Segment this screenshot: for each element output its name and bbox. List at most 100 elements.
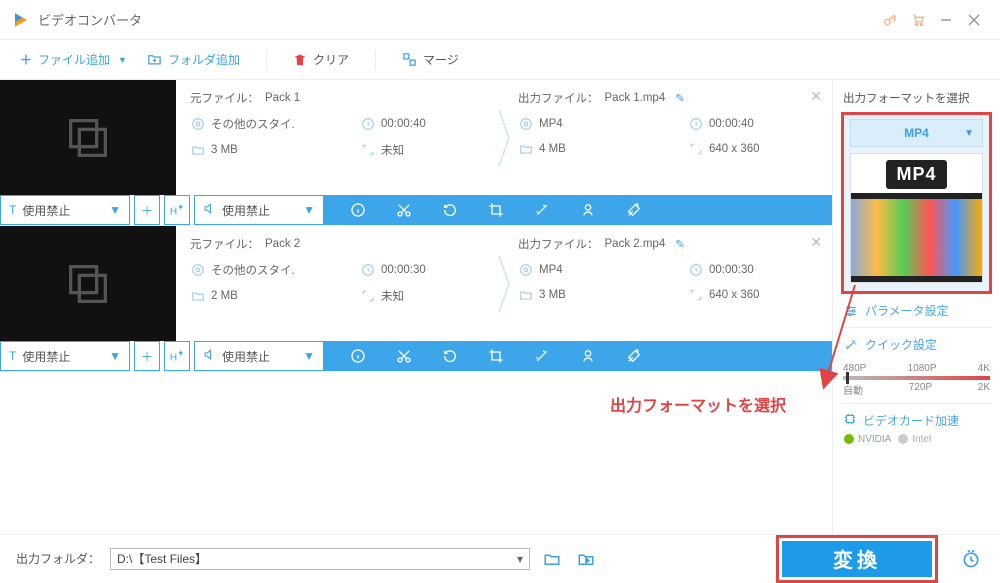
subtitle-value: 使用禁止: [22, 202, 70, 219]
dim-icon: [688, 287, 703, 302]
remove-item-button[interactable]: ✕: [810, 234, 822, 251]
out-dim: 640 x 360: [709, 289, 760, 301]
crop-tool-button[interactable]: [486, 200, 506, 220]
output-folder-select[interactable]: D:\【Test Files】 ▾: [110, 548, 530, 570]
size-icon: [190, 289, 205, 304]
show-output-button[interactable]: [574, 547, 598, 571]
format-select[interactable]: MP4 ▼: [850, 119, 983, 147]
subtitle-settings-button[interactable]: H✦: [164, 195, 190, 225]
clock-icon: [360, 263, 375, 278]
parameter-settings-button[interactable]: パラメータ設定: [841, 294, 992, 327]
dim-icon: [688, 141, 703, 156]
q-auto: 自動: [843, 382, 863, 397]
add-subtitle-button[interactable]: ＋: [134, 195, 160, 225]
out-size: 3 MB: [539, 289, 566, 301]
thumbnail[interactable]: [0, 80, 176, 195]
intel-badge: Intel: [897, 433, 931, 445]
format-icon: [518, 116, 533, 131]
output-folder-label: 出力フォルダ：: [16, 550, 100, 567]
thumbnail[interactable]: [0, 226, 176, 341]
open-folder-button[interactable]: [540, 547, 564, 571]
src-style: その他のスタイ.: [211, 262, 295, 278]
quality-slider[interactable]: 480P 1080P 4K 自動 720P 2K: [841, 361, 992, 397]
merge-button[interactable]: マージ: [402, 51, 459, 68]
rotate-tool-button[interactable]: [440, 346, 460, 366]
stack-icon: [62, 112, 114, 164]
watermark-tool-button[interactable]: [578, 346, 598, 366]
clear-button[interactable]: クリア: [293, 51, 349, 68]
edit-name-button[interactable]: ✎: [675, 237, 685, 251]
subtitle-select[interactable]: T 使用禁止 ▼: [0, 341, 130, 371]
audio-select[interactable]: 使用禁止 ▼: [194, 195, 324, 225]
speaker-icon: [203, 348, 216, 364]
item-action-strip: T 使用禁止 ▼ ＋ H✦ 使用禁止 ▼: [0, 341, 832, 371]
app-title: ビデオコンバータ: [38, 10, 142, 29]
plus-icon: ＋: [20, 51, 32, 68]
crop-tool-button[interactable]: [486, 346, 506, 366]
file-list: 元ファイル：Pack 1 その他のスタイ. 00:00:40 3 MB 未知 出…: [0, 80, 832, 534]
src-duration: 00:00:30: [381, 264, 426, 276]
sliders-icon: [843, 303, 859, 319]
src-size: 2 MB: [211, 290, 238, 302]
convert-button[interactable]: 変換: [782, 541, 932, 577]
style-icon: [190, 117, 205, 132]
subtitle-settings-button[interactable]: H✦: [164, 341, 190, 371]
remove-item-button[interactable]: ✕: [810, 88, 822, 105]
edit-name-button[interactable]: ✎: [675, 91, 685, 105]
chevron-down-icon: ▼: [118, 55, 127, 65]
subtitle-select[interactable]: T 使用禁止 ▼: [0, 195, 130, 225]
sidebar: 出力フォーマットを選択 MP4 ▼ MP4 パラメータ設定 クイック設定 480…: [832, 80, 1000, 534]
effect-tool-button[interactable]: [532, 346, 552, 366]
size-icon: [518, 141, 533, 156]
quick-settings-button[interactable]: クイック設定: [841, 327, 992, 361]
info-tool-button[interactable]: [348, 346, 368, 366]
close-button[interactable]: [960, 6, 988, 34]
watermark-tool-button[interactable]: [578, 200, 598, 220]
chevron-down-icon: ▼: [303, 349, 315, 363]
add-folder-label: フォルダ追加: [168, 51, 240, 68]
rotate-tool-button[interactable]: [440, 200, 460, 220]
format-select-label: MP4: [904, 126, 929, 140]
cart-icon[interactable]: [904, 6, 932, 34]
subtitle-icon: T: [9, 349, 16, 363]
src-dim: 未知: [381, 288, 404, 304]
add-subtitle-button[interactable]: ＋: [134, 341, 160, 371]
filmstrip-icon: [851, 193, 982, 282]
out-file-label: 出力ファイル：: [518, 90, 599, 106]
footer: 出力フォルダ： D:\【Test Files】 ▾ 変換: [0, 534, 1000, 582]
minimize-button[interactable]: [932, 6, 960, 34]
format-preview: MP4: [850, 153, 983, 283]
output-folder-path: D:\【Test Files】: [117, 550, 207, 567]
toolbar: ＋ ファイル追加 ▼ フォルダ追加 クリア マージ: [0, 40, 1000, 80]
file-item: 元ファイル：Pack 1 その他のスタイ. 00:00:40 3 MB 未知 出…: [0, 80, 832, 226]
src-file-label: 元ファイル：: [190, 90, 259, 106]
format-box-highlight: MP4 ▼ MP4: [841, 112, 992, 294]
chevron-down-icon: ▼: [109, 349, 121, 363]
cut-tool-button[interactable]: [394, 346, 414, 366]
chevron-down-icon: ▼: [109, 203, 121, 217]
effect-tool-button[interactable]: [532, 200, 552, 220]
audio-select[interactable]: 使用禁止 ▼: [194, 341, 324, 371]
enhance-tool-button[interactable]: [624, 200, 644, 220]
chevron-down-icon: ▾: [517, 552, 523, 566]
src-style: その他のスタイ.: [211, 116, 295, 132]
dim-icon: [360, 289, 375, 304]
out-duration: 00:00:30: [709, 264, 754, 276]
subtitle-value: 使用禁止: [22, 348, 70, 365]
size-icon: [518, 287, 533, 302]
enhance-tool-button[interactable]: [624, 346, 644, 366]
info-tool-button[interactable]: [348, 200, 368, 220]
gpu-label: ビデオカード加速: [863, 412, 959, 429]
add-file-button[interactable]: ＋ ファイル追加 ▼: [20, 51, 127, 68]
add-folder-button[interactable]: フォルダ追加: [147, 51, 240, 68]
src-size: 3 MB: [211, 144, 238, 156]
app-logo-icon: [12, 11, 30, 29]
schedule-button[interactable]: [958, 546, 984, 572]
clock-icon: [360, 117, 375, 132]
src-dim: 未知: [381, 142, 404, 158]
cut-tool-button[interactable]: [394, 200, 414, 220]
key-icon[interactable]: [876, 6, 904, 34]
gpu-accel-row[interactable]: ビデオカード加速: [841, 403, 992, 433]
src-file-label: 元ファイル：: [190, 236, 259, 252]
folder-plus-icon: [147, 52, 162, 67]
